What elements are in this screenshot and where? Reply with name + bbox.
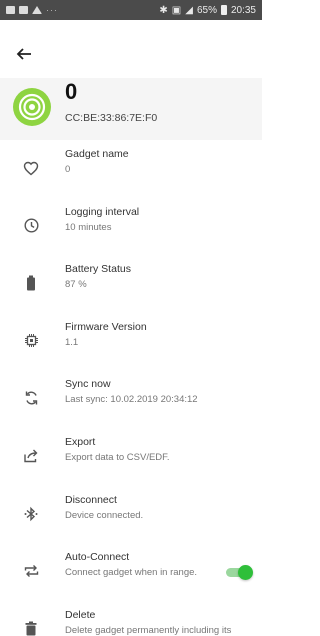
image-notification-icon — [6, 6, 15, 14]
battery-percent: 65% — [196, 4, 217, 16]
settings-list: Gadget name 0 Logging interval 10 minute… — [0, 140, 262, 636]
item-subtitle: Device connected. — [65, 509, 144, 521]
trash-icon — [25, 621, 37, 636]
warning-notification-icon — [32, 6, 42, 14]
back-arrow-icon — [16, 48, 31, 60]
status-left-icons: ··· — [6, 5, 58, 15]
item-title: Sync now — [65, 378, 111, 391]
list-item-logging-interval[interactable]: Logging interval 10 minutes — [0, 198, 262, 256]
list-item-gadget-name[interactable]: Gadget name 0 — [0, 140, 262, 198]
list-item-auto-connect[interactable]: Auto-Connect Connect gadget when in rang… — [0, 543, 262, 601]
top-app-bar — [0, 20, 262, 84]
item-title: Delete — [65, 608, 96, 621]
item-title: Export — [65, 435, 96, 448]
status-right: ✱ ▣ ◢ 65% 20:35 — [159, 5, 256, 16]
bluetooth-off-icon — [24, 506, 38, 521]
nfc-status-icon: ▣ — [171, 4, 182, 16]
battery-icon — [27, 275, 35, 291]
item-subtitle: Delete gadget permanently including its — [65, 624, 232, 636]
list-item-firmware-version[interactable]: Firmware Version 1.1 — [0, 313, 262, 371]
chip-icon — [24, 334, 38, 348]
list-item-sync-now[interactable]: Sync now Last sync: 10.02.2019 20:34:12 — [0, 370, 262, 428]
app-notification-icon — [19, 6, 28, 14]
item-subtitle: 0 — [65, 164, 71, 175]
target-rings-icon — [18, 93, 46, 121]
item-title: Logging interval — [65, 205, 140, 218]
heart-outline-icon — [23, 161, 39, 175]
device-avatar — [13, 88, 51, 126]
status-time: 20:35 — [230, 4, 256, 16]
toggle-knob — [238, 565, 253, 581]
signal-icon: ◢ — [185, 4, 193, 16]
item-title: Disconnect — [65, 493, 117, 506]
device-header: 0 CC:BE:33:86:7E:F0 — [0, 78, 262, 140]
item-subtitle: 10 minutes — [65, 221, 112, 233]
clock-icon — [23, 218, 39, 233]
list-item-delete[interactable]: Delete Delete gadget permanently includi… — [0, 601, 262, 636]
item-title: Firmware Version — [65, 320, 147, 333]
share-icon — [24, 449, 38, 463]
auto-connect-toggle[interactable] — [226, 565, 253, 581]
status-battery-icon — [220, 5, 227, 15]
bluetooth-status-icon: ✱ — [159, 4, 168, 16]
item-title: Auto-Connect — [65, 551, 130, 564]
item-title: Gadget name — [65, 148, 129, 160]
list-item-disconnect[interactable]: Disconnect Device connected. — [0, 486, 262, 544]
item-subtitle: Export data to CSV/EDF. — [65, 451, 170, 463]
item-subtitle: 1.1 — [65, 336, 79, 348]
status-bar: ··· ✱ ▣ ◢ 65% 20:35 — [0, 0, 262, 20]
more-notifications-icon: ··· — [46, 5, 58, 15]
sync-icon — [25, 391, 37, 405]
item-subtitle: 87 % — [65, 279, 87, 291]
repeat-icon — [24, 565, 38, 578]
item-subtitle: Last sync: 10.02.2019 20:34:12 — [65, 394, 198, 406]
device-mac-address: CC:BE:33:86:7E:F0 — [65, 112, 158, 124]
back-button[interactable] — [12, 42, 36, 66]
item-title: Battery Status — [65, 263, 131, 276]
item-subtitle: Connect gadget when in range. — [65, 567, 198, 579]
list-item-battery-status[interactable]: Battery Status 87 % — [0, 255, 262, 313]
device-title: 0 — [65, 79, 78, 104]
list-item-export[interactable]: Export Export data to CSV/EDF. — [0, 428, 262, 486]
